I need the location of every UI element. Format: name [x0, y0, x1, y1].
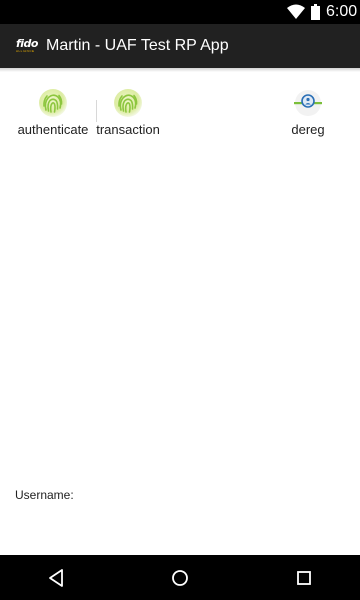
transaction-button[interactable]: transaction [92, 88, 164, 144]
logo-text: fido [16, 37, 39, 50]
navigation-bar [0, 555, 360, 600]
dereg-icon [294, 90, 322, 116]
back-icon[interactable] [44, 565, 70, 591]
fingerprint-icon [39, 89, 67, 117]
wifi-icon [287, 4, 305, 19]
fido-logo-icon: fido ALLIANCE [16, 38, 40, 54]
dereg-label: dereg [291, 122, 325, 137]
username-label: Username: [15, 488, 74, 502]
home-icon[interactable] [167, 565, 193, 591]
status-bar: 6:00 [0, 0, 360, 24]
status-time: 6:00 [326, 3, 358, 20]
action-bar-shadow [0, 68, 360, 72]
battery-icon [311, 4, 320, 20]
dereg-button[interactable]: dereg [282, 88, 334, 144]
recents-icon[interactable] [291, 565, 317, 591]
authenticate-label: authenticate [17, 122, 89, 137]
fingerprint-icon [114, 89, 142, 117]
action-bar: fido ALLIANCE Martin - UAF Test RP App [0, 24, 360, 72]
authenticate-button[interactable]: authenticate [14, 88, 92, 144]
transaction-label: transaction [96, 122, 160, 137]
app-title: Martin - UAF Test RP App [46, 37, 229, 54]
